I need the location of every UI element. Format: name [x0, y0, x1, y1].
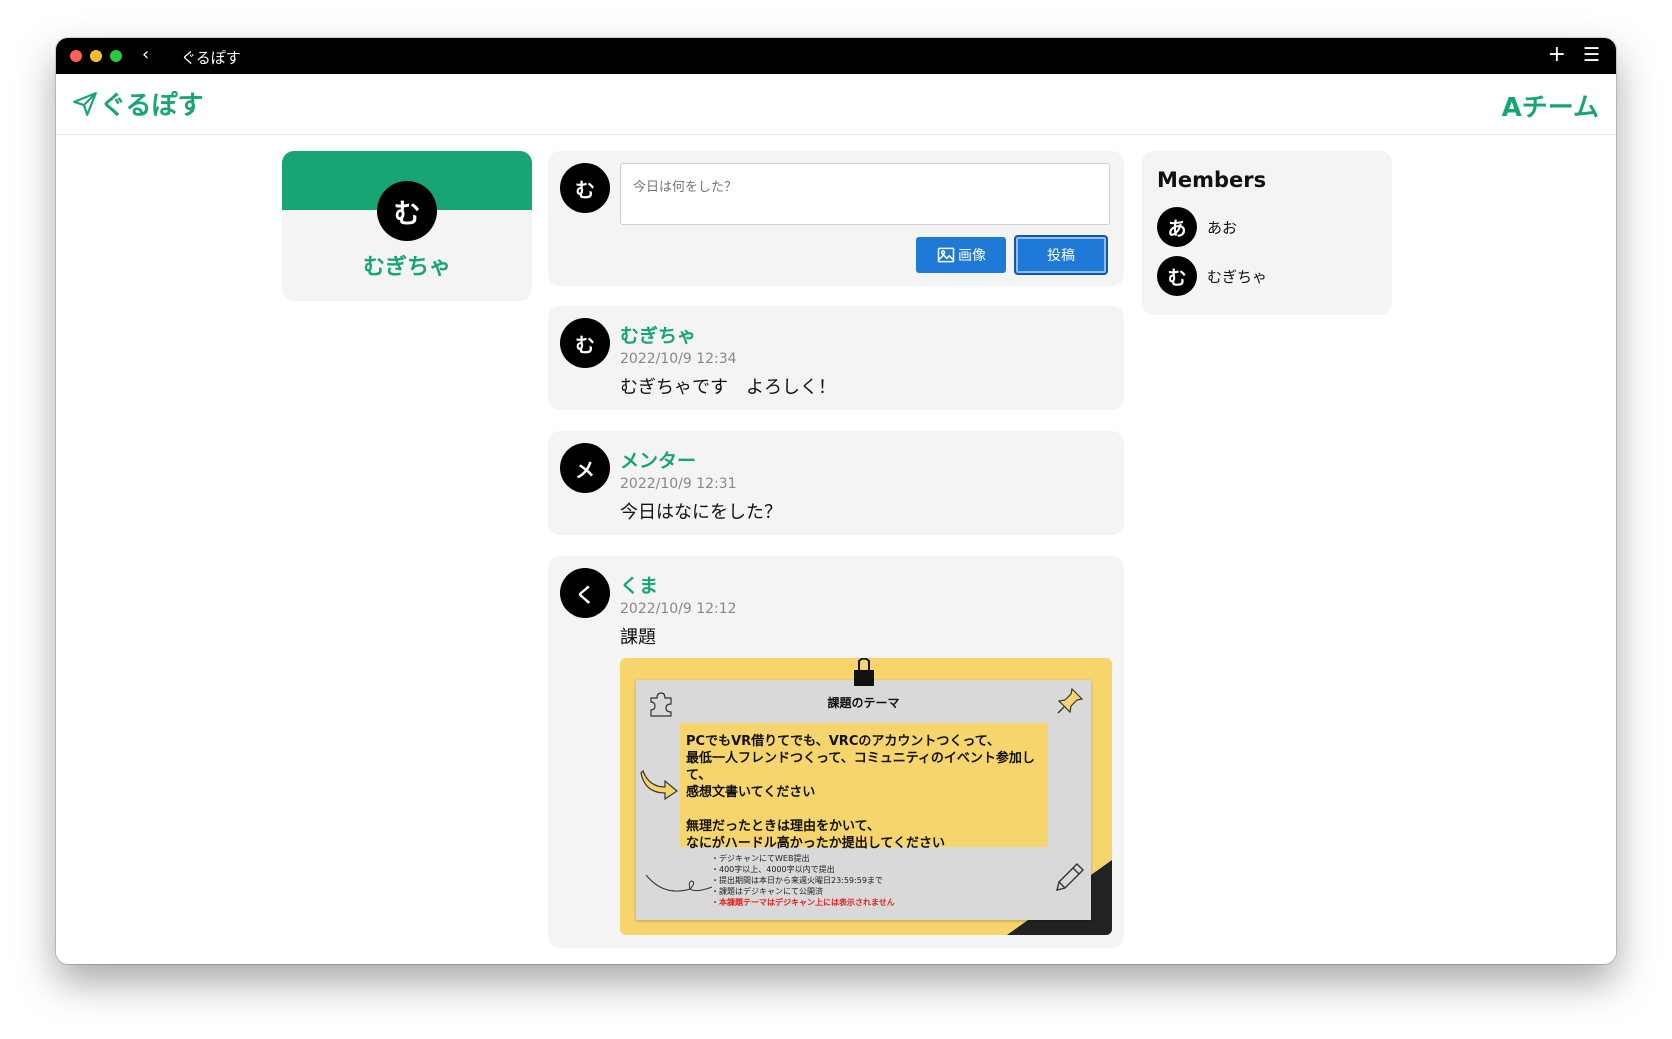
maximize-window-button[interactable] — [110, 50, 122, 62]
assignment-title: 課題のテーマ — [827, 696, 900, 710]
avatar: む — [377, 181, 437, 241]
post-timestamp: 2022/10/9 12:34 — [620, 351, 737, 367]
avatar: む — [560, 163, 610, 213]
member-item[interactable]: む むぎちゃ — [1157, 256, 1267, 296]
rule-item: ・課題はデジキャンにて公開済 — [711, 887, 823, 896]
title-bar: ‹ ぐるぽす + ☰ — [56, 38, 1616, 74]
logo-text: ぐるぽす — [100, 91, 204, 121]
member-item[interactable]: あ あお — [1157, 207, 1237, 247]
note-line: PCでもVR借りてでも、VRCのアカウントつくって、 — [686, 734, 1001, 749]
avatar[interactable]: く — [560, 568, 610, 618]
paper-plane-icon — [73, 91, 97, 116]
chevron-left-icon[interactable]: ‹ — [142, 44, 149, 65]
rule-item: ・デジキャンにてWEB提出 — [711, 854, 810, 863]
member-name: むぎちゃ — [1207, 267, 1268, 286]
close-window-button[interactable] — [70, 50, 82, 62]
avatar[interactable]: メ — [560, 443, 610, 493]
window-title: ぐるぽす — [181, 49, 241, 67]
note-line: 最低一人フレンドつくって、コミュニティのイベント参加して、 — [686, 751, 1035, 783]
avatar: あ — [1157, 207, 1197, 247]
members-title: Members — [1157, 168, 1267, 192]
post-body: 課題 — [620, 627, 656, 648]
post-timestamp: 2022/10/9 12:31 — [620, 476, 737, 492]
image-button-label: 画像 — [958, 247, 986, 263]
team-name[interactable]: Aチーム — [1502, 87, 1599, 124]
post-card: く くま 2022/10/9 12:12 課題 課題のテーマ PCでもVR借りて… — [548, 556, 1124, 948]
post-body: 今日はなにをした？ — [620, 502, 782, 523]
post-button[interactable]: 投稿 — [1014, 235, 1108, 275]
assignment-sheet: 課題のテーマ PCでもVR借りてでも、VRCのアカウントつくって、 最低一人フレ… — [636, 658, 1091, 920]
image-button[interactable]: 画像 — [916, 237, 1006, 273]
profile-card: む むぎちゃ — [282, 151, 532, 301]
pushpin-icon — [1057, 687, 1084, 714]
post-author[interactable]: メンター — [620, 446, 696, 473]
post-author[interactable]: くま — [620, 571, 658, 598]
post-card: メ メンター 2022/10/9 12:31 今日はなにをした？ — [548, 431, 1124, 535]
post-body: むぎちゃです よろしく！ — [620, 377, 836, 398]
post-input[interactable] — [620, 163, 1110, 225]
hamburger-icon[interactable]: ☰ — [1583, 44, 1600, 66]
minimize-window-button[interactable] — [90, 50, 102, 62]
pencil-icon — [1056, 863, 1084, 891]
note-line: 感想文書いてください — [686, 785, 816, 800]
app-header: ぐるぽす Aチーム — [56, 74, 1616, 135]
browser-window: ‹ ぐるぽす + ☰ ぐるぽす Aチーム む むぎちゃ む 画像 投稿 む むぎ… — [56, 38, 1616, 964]
assignment-rules: ・デジキャンにてWEB提出 ・400字以上、4000字以内で提出 ・提出期間は本… — [711, 853, 895, 908]
swirl-line-decoration — [645, 874, 713, 892]
profile-name: むぎちゃ — [362, 255, 451, 280]
note-line: 無理だったときは理由をかいて、 — [686, 819, 880, 834]
post-attachment-image[interactable]: 課題のテーマ PCでもVR借りてでも、VRCのアカウントつくって、 最低一人フレ… — [620, 658, 1112, 935]
rule-item: ・提出期間は本日から来週火曜日23:59:59まで — [711, 876, 883, 885]
avatar[interactable]: む — [560, 318, 610, 368]
logo-link[interactable]: ぐるぽす — [72, 85, 203, 122]
member-name: あお — [1207, 218, 1238, 237]
plus-icon[interactable]: + — [1548, 42, 1566, 67]
members-panel: Members あ あお む むぎちゃ — [1142, 151, 1392, 315]
puzzle-icon — [650, 692, 672, 717]
arrow-icon — [640, 769, 679, 801]
rule-warning: ・本課題テーマはデジキャン上には表示されません — [711, 898, 895, 907]
binder-clip-icon — [854, 658, 874, 686]
avatar: む — [1157, 256, 1197, 296]
post-composer: む 画像 投稿 — [548, 151, 1124, 286]
post-author[interactable]: むぎちゃ — [620, 321, 696, 348]
assignment-note: PCでもVR借りてでも、VRCのアカウントつくって、 最低一人フレンドつくって、… — [680, 723, 1048, 851]
image-icon — [937, 247, 955, 263]
post-card: む むぎちゃ 2022/10/9 12:34 むぎちゃです よろしく！ — [548, 306, 1124, 410]
post-timestamp: 2022/10/9 12:12 — [620, 601, 737, 617]
note-line: なにがハードル高かったか提出してください — [686, 836, 945, 851]
rule-item: ・400字以上、4000字以内で提出 — [711, 865, 835, 874]
